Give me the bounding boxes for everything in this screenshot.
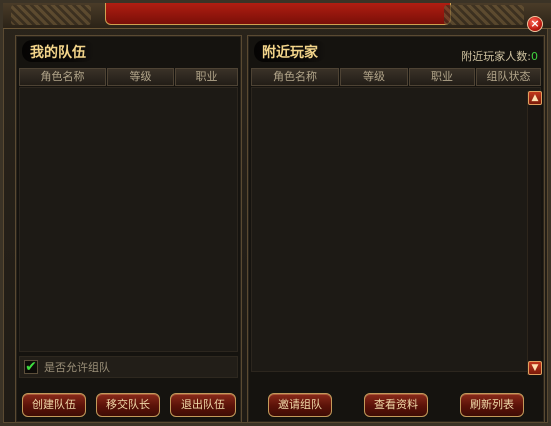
- allow-team-row[interactable]: ✔ 是否允许组队: [19, 356, 238, 378]
- nearby-count-value: 0: [531, 50, 538, 63]
- transfer-leader-button[interactable]: 移交队长: [96, 393, 160, 417]
- title-ornament-right: [444, 5, 524, 25]
- nearby-players-title: 附近玩家: [254, 40, 326, 62]
- scroll-up-icon[interactable]: ▲: [528, 91, 542, 105]
- team-window: × 我的队伍 角色名称 等级 职业 ✔ 是否允许组队 创建队伍 移交队长 退出队…: [0, 0, 551, 426]
- nearby-players-list[interactable]: [251, 87, 541, 372]
- nearby-header: 角色名称 等级 职业 组队状态: [251, 68, 541, 86]
- column-header-class[interactable]: 职业: [409, 68, 475, 86]
- my-team-list[interactable]: [19, 87, 238, 352]
- nearby-buttons: 邀请组队 查看资料 刷新列表: [248, 389, 544, 419]
- close-icon: ×: [530, 17, 540, 30]
- title-bar[interactable]: [3, 3, 551, 29]
- scroll-down-icon[interactable]: ▼: [528, 361, 542, 375]
- view-profile-button[interactable]: 查看资料: [364, 393, 428, 417]
- column-header-team-status[interactable]: 组队状态: [476, 68, 541, 86]
- column-header-class[interactable]: 职业: [175, 68, 238, 86]
- invite-team-button[interactable]: 邀请组队: [268, 393, 332, 417]
- allow-team-checkbox[interactable]: ✔: [24, 360, 38, 374]
- my-team-buttons: 创建队伍 移交队长 退出队伍: [16, 389, 241, 419]
- leave-team-button[interactable]: 退出队伍: [170, 393, 236, 417]
- allow-team-label: 是否允许组队: [44, 361, 110, 374]
- close-button[interactable]: ×: [527, 16, 543, 32]
- my-team-panel: 我的队伍 角色名称 等级 职业 ✔ 是否允许组队 创建队伍 移交队长 退出队伍: [15, 35, 242, 423]
- column-header-name[interactable]: 角色名称: [251, 68, 339, 86]
- nearby-scrollbar[interactable]: ▲ ▼: [527, 91, 542, 375]
- my-team-header: 角色名称 等级 职业: [19, 68, 238, 86]
- nearby-count-label: 附近玩家人数:: [461, 50, 531, 63]
- title-ornament-left: [11, 5, 91, 25]
- nearby-players-panel: 附近玩家 附近玩家人数:0 角色名称 等级 职业 组队状态 ▲ ▼ 邀请组队 查…: [247, 35, 545, 423]
- nearby-count: 附近玩家人数:0: [461, 48, 538, 64]
- my-team-title: 我的队伍: [22, 40, 94, 62]
- column-header-level[interactable]: 等级: [107, 68, 174, 86]
- refresh-list-button[interactable]: 刷新列表: [460, 393, 524, 417]
- column-header-name[interactable]: 角色名称: [19, 68, 106, 86]
- column-header-level[interactable]: 等级: [340, 68, 408, 86]
- create-team-button[interactable]: 创建队伍: [22, 393, 86, 417]
- title-ribbon: [105, 3, 451, 25]
